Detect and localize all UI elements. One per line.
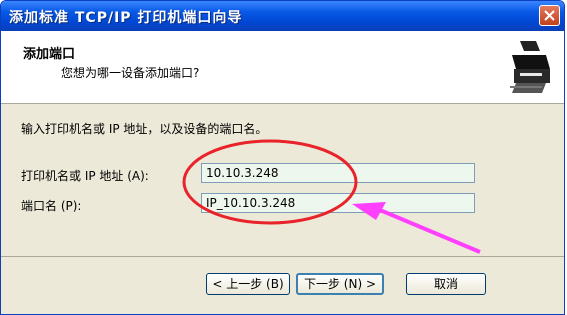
- back-button[interactable]: < 上一步 (B): [206, 273, 290, 295]
- window-title: 添加标准 TCP/IP 打印机端口向导: [9, 10, 243, 26]
- header-title: 添加端口: [23, 47, 76, 62]
- close-icon: [544, 10, 555, 21]
- cancel-button[interactable]: 取消: [406, 273, 486, 295]
- next-button[interactable]: 下一步 (N) >: [296, 273, 384, 295]
- title-bar[interactable]: 添加标准 TCP/IP 打印机端口向导: [1, 1, 564, 31]
- instruction-text: 输入打印机名或 IP 地址，以及设备的端口名。: [21, 122, 268, 136]
- wizard-header: 添加端口 您想为哪一设备添加端口?: [1, 31, 564, 104]
- annotation-ellipse: [182, 139, 358, 225]
- header-subtitle: 您想为哪一设备添加端口?: [61, 66, 200, 80]
- close-button[interactable]: [539, 5, 560, 26]
- wizard-footer: < 上一步 (B) 下一步 (N) > 取消: [1, 256, 564, 314]
- printer-icon: [506, 35, 552, 99]
- port-name-label: 端口名 (P):: [21, 199, 82, 213]
- printer-name-label: 打印机名或 IP 地址 (A):: [21, 169, 149, 183]
- annotation-arrow: [352, 202, 481, 254]
